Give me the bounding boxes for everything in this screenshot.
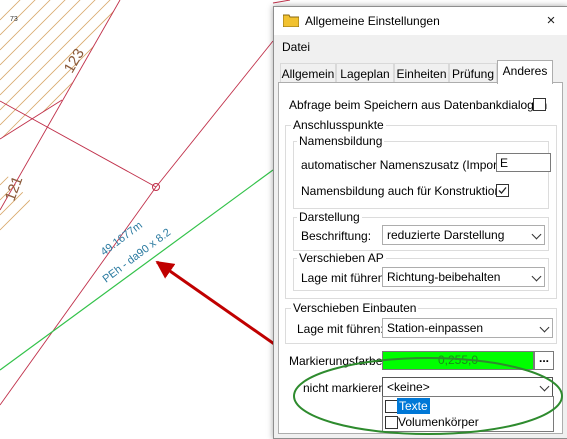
chevron-down-icon [531,271,542,282]
hatched-parcel [0,0,120,139]
darstellung-group-title: Darstellung [297,210,362,224]
beschriftung-label: Beschriftung: [301,229,372,243]
chevron-down-icon [539,322,550,333]
volumenkoerper-label: Volumenkörper [398,415,479,429]
verschieben-ap-label: Lage mit führen: [301,271,388,285]
title-bar[interactable]: Allgemeine Einstellungen × [274,7,567,35]
texte-label: Texte [397,398,430,414]
tab-einheiten[interactable]: Einheiten [394,63,449,84]
parcel-number-123: 123 [61,46,88,76]
chevron-down-icon [531,229,542,240]
namensbildung-konstruktion-label: Namensbildung auch für Konstruktion [301,184,502,198]
markierungsfarbe-picker-button[interactable]: ... [534,351,554,370]
verschieben-einbauten-select-value: Station-einpassen [387,321,484,335]
tab-anderes[interactable]: Anderes [497,60,553,84]
volumenkoerper-checkbox[interactable] [385,416,398,429]
tab-panel-anderes: Abfrage beim Speichern aus Datenbankdial… [278,82,563,434]
tab-lageplan[interactable]: Lageplan [336,63,394,84]
parcel-number-73: 73 [10,16,18,23]
settings-dialog: Allgemeine Einstellungen × Datei Allgeme… [273,6,567,439]
markierungsfarbe-label: Markierungsfarbe [289,354,383,368]
tab-allgemein[interactable]: Allgemein [280,63,336,84]
save-prompt-checkbox[interactable] [533,98,546,111]
tab-pruefung[interactable]: Prüfung [449,63,497,84]
verschieben-einbauten-group-title: Verschieben Einbauten [291,301,419,315]
namensbildung-konstruktion-checkbox[interactable] [496,184,509,197]
namenszusatz-input[interactable]: E [496,153,551,172]
close-button[interactable]: × [535,7,567,35]
save-prompt-label: Abfrage beim Speichern aus Datenbankdial… [289,98,548,112]
pipe-description-label: PEh - da90 x 8.2 [101,226,174,285]
checkmark-icon [498,187,507,194]
nicht-markieren-select-value: <keine> [387,380,430,394]
markierungsfarbe-value[interactable]: 0,255,0 [382,351,534,370]
dropdown-option-texte[interactable]: Texte [383,398,553,414]
verschieben-ap-select[interactable]: Richtung-beibehalten [382,267,545,287]
menu-bar: Datei [274,35,567,57]
verschieben-ap-group-title: Verschieben AP [297,251,386,265]
window-title: Allgemeine Einstellungen [305,14,440,28]
beschriftung-select-value: reduzierte Darstellung [387,228,505,242]
dropdown-option-volumenkoerper[interactable]: Volumenkörper [383,414,553,430]
folder-icon [283,14,299,27]
namensbildung-group [293,141,549,209]
namenszusatz-label: automatischer Namenszusatz (Import) [301,158,505,172]
chevron-down-icon [539,381,550,392]
namensbildung-group-title: Namensbildung [297,134,385,148]
pipe-line[interactable] [0,169,274,371]
verschieben-einbauten-label: Lage mit führen: [297,322,384,336]
menu-datei[interactable]: Datei [282,40,310,54]
beschriftung-select[interactable]: reduzierte Darstellung [382,225,545,245]
verschieben-einbauten-select[interactable]: Station-einpassen [382,318,553,338]
parcel-boundaries [0,0,291,406]
anschlusspunkte-group-title: Anschlusspunkte [291,118,386,132]
nicht-markieren-dropdown: Texte Volumenkörper [382,396,554,432]
nicht-markieren-select[interactable]: <keine> [382,377,553,397]
verschieben-ap-select-value: Richtung-beibehalten [387,270,501,284]
parcel-number-121: 121 [2,174,27,203]
nicht-markieren-label: nicht markieren [303,381,386,395]
